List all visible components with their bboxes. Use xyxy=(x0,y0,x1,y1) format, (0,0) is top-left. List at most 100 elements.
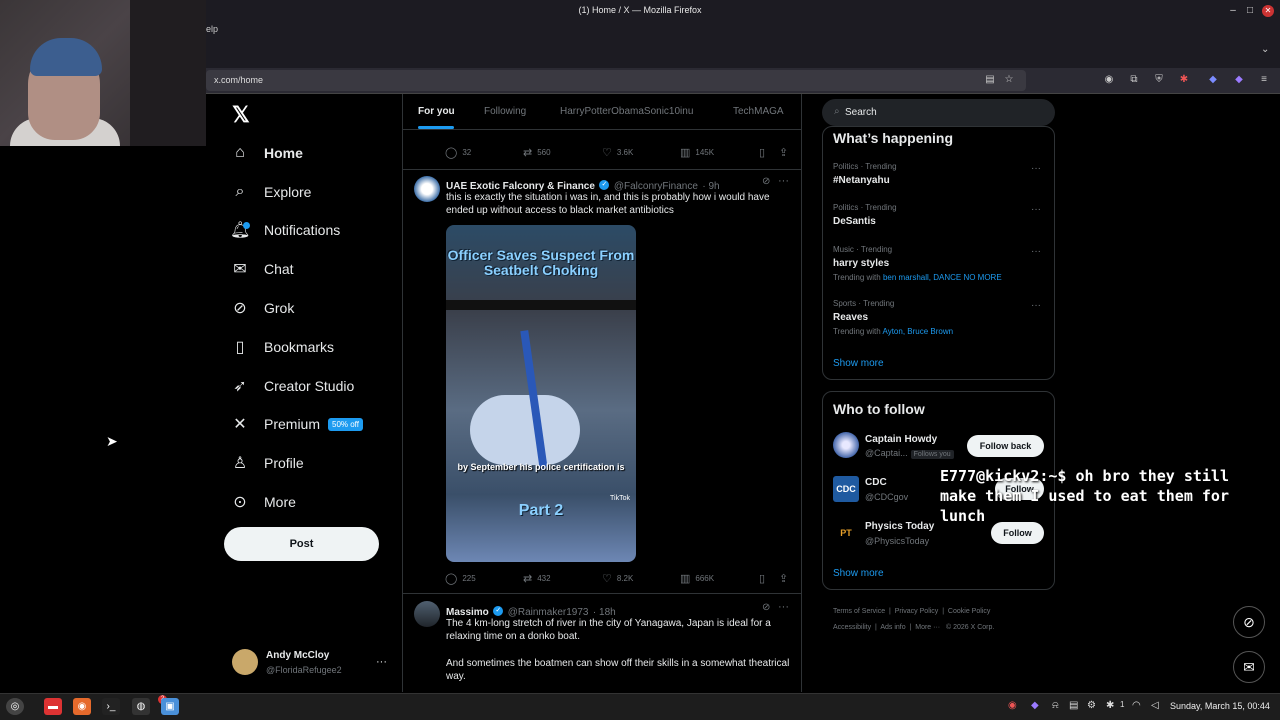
tab-list-techmaga[interactable]: TechMAGA xyxy=(733,106,784,117)
tray-icon[interactable]: ⚙ xyxy=(1087,700,1096,711)
files-icon[interactable]: ▬ xyxy=(44,698,62,715)
nav-explore[interactable]: ⌕ Explore xyxy=(230,178,312,206)
views-button[interactable]: ▥ 145K xyxy=(680,146,714,159)
wifi-icon[interactable]: ◠ xyxy=(1132,700,1141,711)
minimize-icon[interactable]: – xyxy=(1226,4,1240,18)
nav-home[interactable]: ⌂ Home xyxy=(230,139,303,167)
share-button[interactable]: ⇪ xyxy=(779,572,788,585)
url-bar[interactable] xyxy=(206,70,1026,91)
suggested-user-handle[interactable]: @Captai... xyxy=(865,448,908,458)
menu-help[interactable]: elp xyxy=(206,24,218,34)
bookmark-button[interactable]: ▯ xyxy=(759,572,765,585)
terminal-icon[interactable]: ›_ xyxy=(102,698,120,715)
obs-icon[interactable]: ◍ xyxy=(132,698,150,715)
reply-button[interactable]: ◯ 225 xyxy=(445,572,476,585)
addon-icon[interactable]: ◆ xyxy=(1206,73,1220,87)
bluetooth-icon[interactable]: ✱ xyxy=(1106,700,1114,711)
avatar[interactable] xyxy=(833,432,859,458)
firefox-icon[interactable]: ◉ xyxy=(73,698,91,715)
suggested-user-name[interactable]: CDC xyxy=(865,477,887,488)
trend-name[interactable]: #Netanyahu xyxy=(833,175,890,186)
tab-following[interactable]: Following xyxy=(484,106,526,117)
physics-today-logo-icon[interactable]: PT xyxy=(833,520,859,546)
nav-bookmarks[interactable]: ▯ Bookmarks xyxy=(230,333,334,361)
like-button[interactable]: ♡ 3.6K xyxy=(602,146,633,159)
tab-list-harrypotter[interactable]: HarryPotterObamaSonic10inu xyxy=(560,106,693,117)
trend-related-links[interactable]: Ayton, Bruce Brown xyxy=(883,327,954,336)
nav-more[interactable]: ⊙ More xyxy=(230,488,296,516)
suggested-user-handle[interactable]: @CDCgov xyxy=(865,492,908,502)
avatar[interactable] xyxy=(232,649,258,675)
footer-links: Terms of Service | Privacy Policy | Cook… xyxy=(833,608,995,631)
url-text[interactable]: x.com/home xyxy=(214,75,263,85)
more-dots-icon[interactable]: ··· xyxy=(1031,300,1041,311)
nav-premium[interactable]: ✕ Premium xyxy=(230,410,320,438)
grok-icon[interactable]: ⊘ xyxy=(762,602,770,613)
shield-icon[interactable]: ⛨ xyxy=(1152,73,1166,87)
messages-fab-icon[interactable]: ✉ xyxy=(1233,651,1265,683)
more-dots-icon[interactable]: ··· xyxy=(1031,163,1041,174)
avatar[interactable] xyxy=(414,176,440,202)
bookmark-icon: ▯ xyxy=(759,573,766,585)
share-button[interactable]: ⇪ xyxy=(779,146,788,159)
follow-back-button[interactable]: Follow back xyxy=(967,435,1044,457)
footer-link[interactable]: Terms of Service xyxy=(833,608,885,615)
extensions-icon[interactable]: ⧉ xyxy=(1127,73,1141,87)
post-button[interactable]: Post xyxy=(224,527,379,561)
avatar[interactable] xyxy=(414,601,440,627)
reply-button[interactable]: ◯ 32 xyxy=(445,146,471,159)
reader-view-icon[interactable]: ▤ xyxy=(983,73,997,87)
chevron-down-icon[interactable]: ⌄ xyxy=(1261,44,1269,55)
close-icon[interactable]: ✕ xyxy=(1262,5,1274,17)
trend-name[interactable]: DeSantis xyxy=(833,216,876,227)
more-dots-icon[interactable]: ··· xyxy=(1031,204,1041,215)
suggested-user-name[interactable]: Captain Howdy xyxy=(865,434,937,445)
who-show-more[interactable]: Show more xyxy=(833,568,884,579)
clock[interactable]: Sunday, March 15, 00:44 xyxy=(1170,701,1270,711)
more-dots-icon[interactable]: ··· xyxy=(376,656,387,668)
clipboard-icon[interactable]: ▤ xyxy=(1069,700,1078,711)
repost-button[interactable]: ⇄ 560 xyxy=(523,146,551,159)
discord-icon[interactable]: ◆ xyxy=(1031,700,1039,711)
trend-name[interactable]: Reaves xyxy=(833,312,868,323)
addon-icon[interactable]: ◆ xyxy=(1232,73,1246,87)
grok-icon[interactable]: ⊘ xyxy=(762,176,770,187)
more-dots-icon[interactable]: ··· xyxy=(778,175,789,187)
views-button[interactable]: ▥ 666K xyxy=(680,572,714,585)
nav-chat[interactable]: ✉ Chat xyxy=(230,255,293,283)
account-icon[interactable]: ◉ xyxy=(1102,73,1116,87)
footer-link[interactable]: Privacy Policy xyxy=(895,608,939,615)
x-logo-icon[interactable]: 𝕏 xyxy=(232,102,250,128)
nav-grok[interactable]: ⊘ Grok xyxy=(230,294,294,322)
nav-profile[interactable]: ♙ Profile xyxy=(230,449,304,477)
tray-app-icon[interactable]: ◉ xyxy=(1008,700,1017,711)
footer-link[interactable]: Accessibility xyxy=(833,624,871,631)
more-dots-icon[interactable]: ··· xyxy=(778,601,789,613)
trends-show-more[interactable]: Show more xyxy=(833,358,884,369)
maximize-icon[interactable]: □ xyxy=(1243,4,1257,18)
cdc-logo-icon[interactable]: CDC xyxy=(833,476,859,502)
addon-icon[interactable]: ✱ xyxy=(1177,73,1191,87)
hamburger-menu-icon[interactable]: ≡ xyxy=(1257,73,1271,87)
like-button[interactable]: ♡ 8.2K xyxy=(602,572,633,585)
app-icon[interactable]: ▣ xyxy=(161,698,179,715)
trend-related-links[interactable]: ben marshall, DANCE NO MORE xyxy=(883,273,1002,282)
tray-icon[interactable]: ⍾ xyxy=(1052,700,1059,711)
footer-link[interactable]: More ··· xyxy=(915,624,940,631)
suggested-user-handle[interactable]: @PhysicsToday xyxy=(865,536,929,546)
nav-creator-studio[interactable]: ➶ Creator Studio xyxy=(230,372,354,400)
volume-icon[interactable]: ◁ xyxy=(1151,700,1159,711)
bookmark-button[interactable]: ▯ xyxy=(759,146,765,159)
search-placeholder[interactable]: Search xyxy=(845,107,877,118)
nav-notifications[interactable]: 🔔︎ Notifications xyxy=(230,216,340,244)
tab-for-you[interactable]: For you xyxy=(418,106,455,117)
star-icon[interactable]: ☆ xyxy=(1002,73,1016,87)
start-menu-icon[interactable]: ◎ xyxy=(6,698,24,715)
trend-name[interactable]: harry styles xyxy=(833,258,889,269)
repost-button[interactable]: ⇄ 432 xyxy=(523,572,551,585)
suggested-user-name[interactable]: Physics Today xyxy=(865,521,934,532)
footer-link[interactable]: Ads info xyxy=(880,624,905,631)
footer-link[interactable]: Cookie Policy xyxy=(948,608,990,615)
more-dots-icon[interactable]: ··· xyxy=(1031,246,1041,257)
grok-fab-icon[interactable]: ⊘ xyxy=(1233,606,1265,638)
